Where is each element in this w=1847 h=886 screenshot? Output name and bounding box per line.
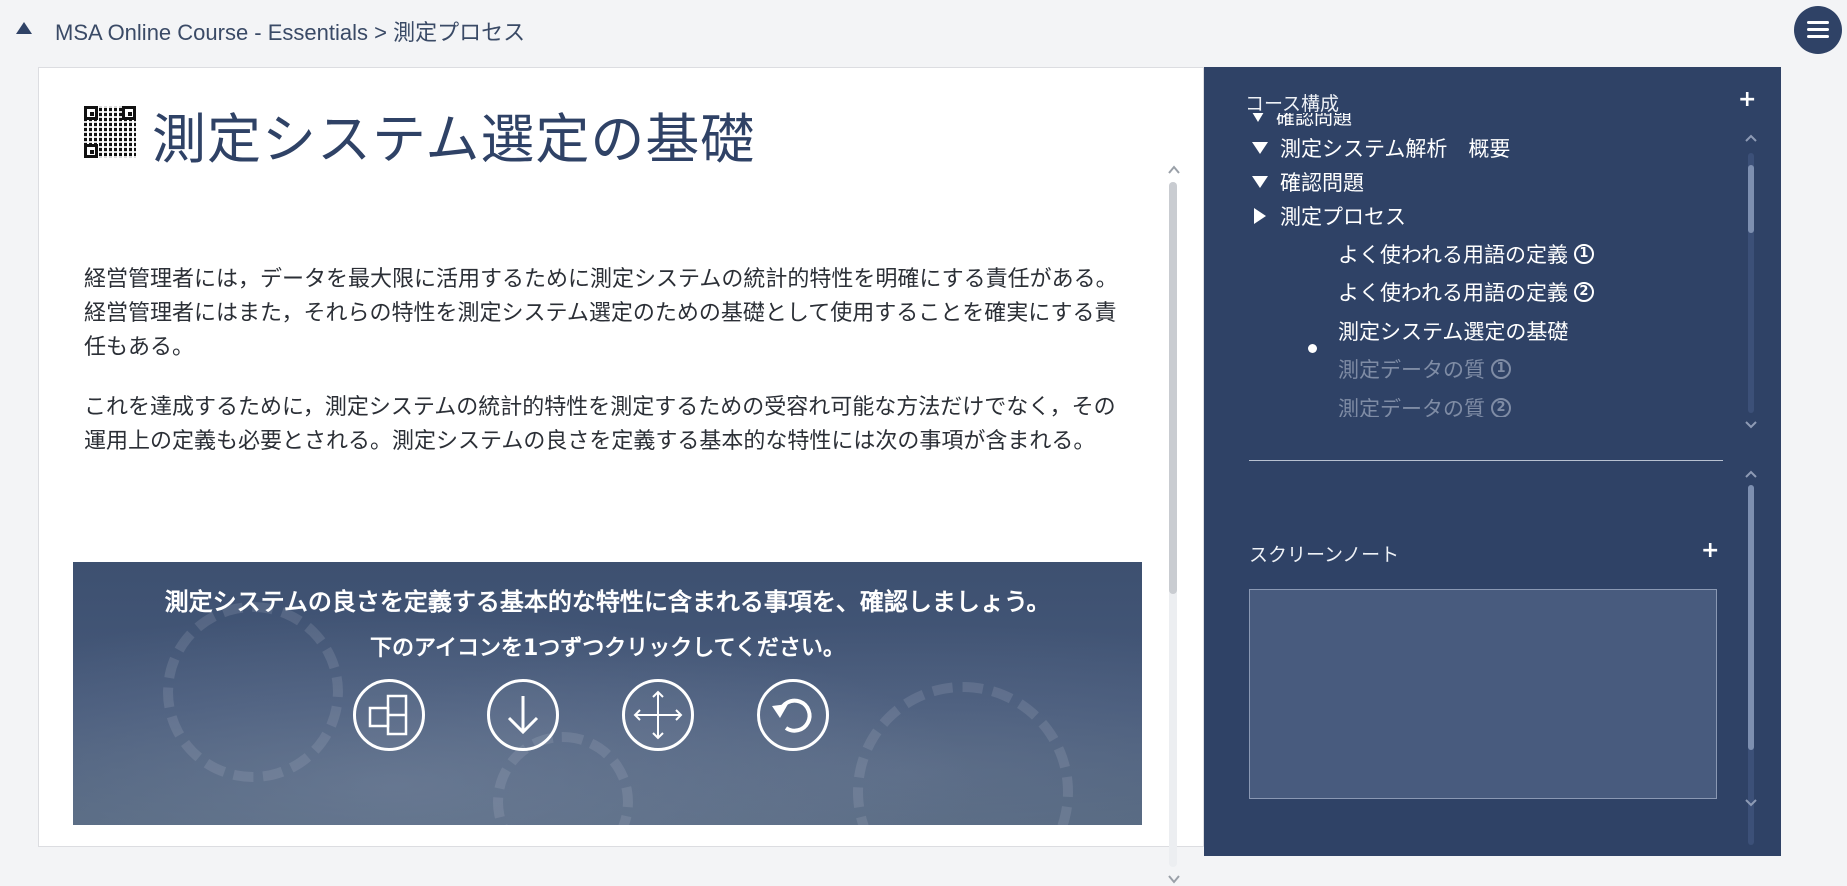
top-bar: MSA Online Course - Essentials > 測定プロセス [0,0,1847,60]
side-panel: コース構成 + 確認問題 測定システム解析 概要 確認問題 測定プロセス よく使… [1204,67,1781,856]
toc-item-data-quality-2[interactable]: 測定データの質 2 [1338,393,1511,417]
hamburger-menu-button[interactable] [1794,6,1842,54]
number-badge: 2 [1491,398,1511,417]
toc-scroll-up-icon[interactable] [1744,133,1758,143]
toc-item-terms-2[interactable]: よく使われる用語の定義 2 [1338,277,1594,307]
toc-item-measurement-process[interactable]: 測定プロセス [1254,201,1406,231]
paragraph-1: 経営管理者には，データを最大限に活用するために測定システムの統計的特性を明確にす… [84,267,1118,360]
engine-gear-decoration [163,602,343,782]
toc-scroll-down-icon[interactable] [1744,419,1758,429]
move-arrows-button[interactable] [622,679,694,751]
arrow-down-button[interactable] [487,679,559,751]
menu-bar-icon [1807,21,1829,24]
toc-item-terms-1[interactable]: よく使われる用語の定義 1 [1338,239,1594,269]
interactive-banner: 測定システムの良さを定義する基本的な特性に含まれる事項を、確認しましょう。 下の… [73,562,1142,825]
expanded-triangle-icon [1252,176,1268,188]
compare-icon [368,694,408,736]
course-outline: 確認問題 測定システム解析 概要 確認問題 測定プロセス よく使われる用語の定義… [1204,113,1781,417]
number-badge: 1 [1491,359,1511,379]
screen-note-title: スクリーンノート [1249,544,1400,566]
engine-gear-decoration [853,682,1073,825]
course-expand-plus-icon[interactable]: + [1738,89,1756,111]
paragraph-2: これを達成するために，測定システムの統計的特性を測定するための受容れ可能な方法だ… [84,395,1116,454]
toc-item-data-quality-1[interactable]: 測定データの質 1 [1338,354,1511,384]
toc-label: よく使われる用語の定義 [1338,281,1568,305]
toc-scrollbar-thumb[interactable] [1748,165,1754,233]
undo-icon [772,698,812,733]
collapse-triangle-icon[interactable] [16,22,32,34]
move-arrows-icon [633,690,683,740]
toc-label: 測定システム選定の基礎 [1338,320,1569,344]
page-title: 測定システム選定の基礎 [152,108,756,171]
toc-label: 測定プロセス [1280,205,1406,229]
undo-button[interactable] [757,679,829,751]
scroll-up-chevron-icon[interactable] [1167,163,1181,177]
expanded-triangle-icon [1252,142,1268,154]
expanded-triangle-icon [1252,113,1264,122]
number-badge: 2 [1573,282,1594,302]
qr-eye [84,144,98,158]
collapsed-triangle-icon [1254,208,1266,224]
toc-label: 測定データの質 [1338,397,1485,417]
banner-instruction: 下のアイコンを1つずつクリックしてください。 [370,636,845,661]
content-scrollbar-thumb[interactable] [1169,182,1177,594]
menu-bar-icon [1807,28,1829,31]
content-card: 測定システム選定の基礎 経営管理者には，データを最大限に活用するために測定システ… [38,67,1204,884]
toc-item-review-2[interactable]: 確認問題 [1252,167,1364,197]
current-item-bullet-icon [1308,344,1317,353]
banner-heading: 測定システムの良さを定義する基本的な特性に含まれる事項を、確認しましょう。 [164,588,1051,616]
compare-button[interactable] [353,679,425,751]
scroll-down-chevron-icon[interactable] [1167,872,1181,886]
breadcrumb: MSA Online Course - Essentials > 測定プロセス [55,20,526,45]
number-badge: 1 [1573,244,1594,264]
arrow-down-icon [507,696,539,735]
toc-item-review-1[interactable]: 確認問題 [1252,113,1352,130]
notes-scrollbar-thumb[interactable] [1748,485,1754,750]
toc-label: 測定データの質 [1338,358,1485,382]
qr-eye [84,106,98,120]
toc-item-current[interactable]: 測定システム選定の基礎 [1338,316,1568,346]
toc-label: 確認問題 [1280,171,1364,195]
course-structure-title: コース構成 [1245,93,1340,115]
screen-note-textarea[interactable] [1249,589,1717,799]
notes-scroll-up-icon[interactable] [1744,469,1758,479]
qr-code-icon [84,106,136,158]
notes-expand-plus-icon[interactable]: + [1701,540,1719,562]
toc-label: よく使われる用語の定義 [1338,243,1568,267]
toc-item-msa-overview[interactable]: 測定システム解析 概要 [1252,133,1510,163]
toc-label: 確認問題 [1276,113,1353,129]
panel-divider [1249,460,1723,461]
qr-eye [122,106,136,120]
toc-label: 測定システム解析 概要 [1280,137,1511,161]
notes-scroll-down-icon[interactable] [1744,797,1758,807]
menu-bar-icon [1807,35,1829,38]
